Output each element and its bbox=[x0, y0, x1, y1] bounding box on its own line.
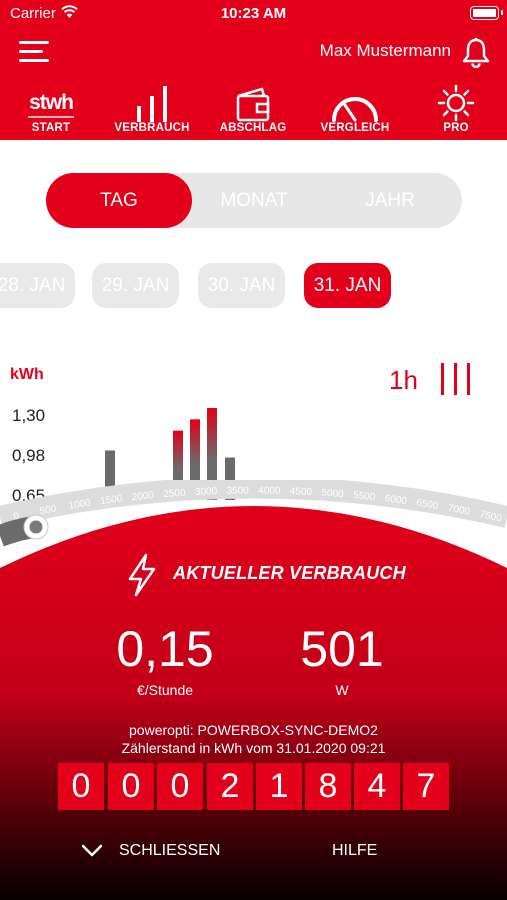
day-pill[interactable]: 29. JAN bbox=[92, 263, 179, 308]
cost-value: 0,15 bbox=[116, 621, 214, 677]
bar-view-icon[interactable] bbox=[441, 363, 471, 395]
bars-icon bbox=[135, 84, 169, 122]
power-unit: W bbox=[335, 682, 349, 698]
gauge-icon bbox=[330, 84, 380, 122]
nav-vergleich-label: VERGLEICH bbox=[320, 122, 390, 134]
gauge-tick-label: 4000 bbox=[258, 485, 281, 496]
day-pill[interactable]: 28. JAN bbox=[0, 263, 75, 308]
gauge-tick-label: 2000 bbox=[131, 490, 155, 503]
nav-abschlag-label: ABSCHLAG bbox=[219, 122, 287, 134]
meter-digit: 0 bbox=[108, 763, 154, 810]
nav-pro-label: PRO bbox=[443, 122, 469, 134]
meter-digit: 1 bbox=[256, 763, 302, 810]
gauge-tick-label: 3500 bbox=[226, 485, 249, 496]
device-name: poweropti: POWERBOX-SYNC-DEMO2 bbox=[129, 722, 378, 738]
meter-digit: 7 bbox=[403, 763, 449, 810]
close-label: SCHLIESSEN bbox=[119, 842, 221, 859]
current-usage-title: AKTUELLER VERBRAUCH bbox=[173, 563, 406, 583]
meter-digit: 8 bbox=[305, 763, 351, 810]
help-button[interactable]: HILFE bbox=[332, 842, 377, 860]
tab-monat[interactable]: MONAT bbox=[186, 173, 322, 228]
wallet-icon bbox=[235, 84, 271, 122]
gauge-tick-label: 5500 bbox=[352, 490, 376, 503]
resolution-toggle[interactable]: 1h bbox=[389, 365, 418, 396]
tab-jahr[interactable]: JAHR bbox=[322, 173, 458, 228]
chart-unit-label: kWh bbox=[10, 366, 44, 383]
meter-digit: 4 bbox=[354, 763, 400, 810]
notification-bell-icon[interactable] bbox=[459, 36, 493, 70]
nav-verbrauch-label: VERBRAUCH bbox=[114, 122, 190, 134]
nav-vergleich[interactable]: VERGLEICH bbox=[305, 82, 405, 138]
gauge-tick-label: 3000 bbox=[195, 486, 218, 498]
gauge-tick-label: 2500 bbox=[163, 488, 186, 501]
app-header: Carrier 10:23 AM Max Mustermann stwh STA… bbox=[0, 0, 507, 140]
meter-digit: 2 bbox=[207, 763, 253, 810]
meter-reading-label: Zählerstand in kWh vom 31.01.2020 09:21 bbox=[121, 740, 386, 756]
nav-pro[interactable]: PRO bbox=[406, 82, 506, 138]
main-nav: stwh START VERBRAUCH ABSCHLAG VERGLEICH … bbox=[0, 82, 507, 138]
power-value: 501 bbox=[300, 621, 384, 677]
gauge-tick-label: 4500 bbox=[290, 486, 313, 498]
user-name: Max Mustermann bbox=[319, 41, 451, 60]
nav-abschlag[interactable]: ABSCHLAG bbox=[203, 82, 303, 138]
meter-digit: 0 bbox=[58, 763, 104, 810]
battery-icon bbox=[470, 6, 503, 20]
gauge-tick-label: 5000 bbox=[321, 488, 344, 501]
meter-digit: 0 bbox=[157, 763, 203, 810]
clock: 10:23 AM bbox=[220, 5, 287, 22]
nav-start[interactable]: stwh START bbox=[1, 82, 101, 138]
menu-button[interactable] bbox=[19, 41, 49, 63]
cost-unit: €/Stunde bbox=[136, 682, 194, 698]
tab-tag[interactable]: TAG bbox=[46, 173, 192, 228]
nav-verbrauch[interactable]: VERBRAUCH bbox=[102, 82, 202, 138]
sun-icon bbox=[437, 84, 475, 122]
period-segmented-control: TAG MONAT JAHR bbox=[46, 173, 462, 228]
day-pill-selected[interactable]: 31. JAN bbox=[304, 263, 391, 308]
day-pill[interactable]: 30. JAN bbox=[198, 263, 285, 308]
status-bar: Carrier 10:23 AM bbox=[0, 0, 507, 28]
lightning-icon bbox=[128, 553, 156, 597]
stwh-logo-icon: stwh bbox=[28, 84, 74, 122]
chevron-down-icon bbox=[81, 844, 103, 857]
nav-start-label: START bbox=[31, 122, 71, 134]
gauge-panel: 0 500 1000 1500 2000 2500 3000 3500 4000 4500 5000… bbox=[0, 480, 507, 900]
